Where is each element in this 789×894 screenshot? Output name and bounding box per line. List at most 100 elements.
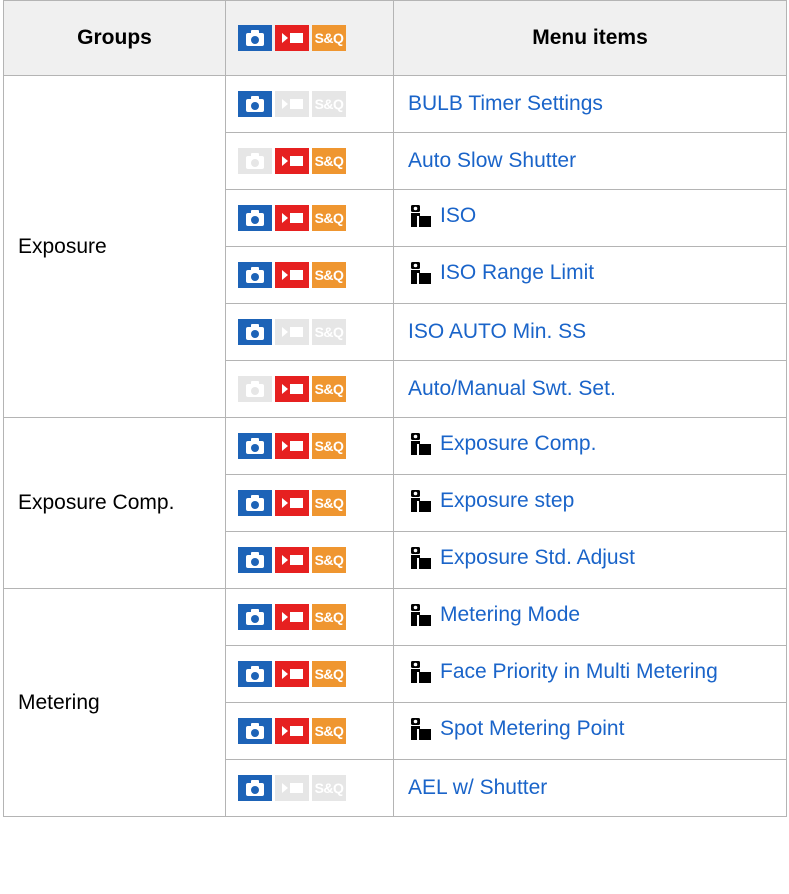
camera-settings-icon xyxy=(411,660,431,683)
mode-icons: S&Q xyxy=(238,775,346,801)
mode-icons: S&Q xyxy=(238,148,346,174)
menu-item-cell: Exposure Std. Adjust xyxy=(393,531,787,589)
menu-item-link[interactable]: ISO AUTO Min. SS xyxy=(408,320,586,344)
mode-icons: S&Q xyxy=(238,25,346,51)
sq-mode-icon: S&Q xyxy=(312,547,346,573)
mode-cell: S&Q xyxy=(225,588,394,646)
sq-mode-disabled-icon: S&Q xyxy=(312,319,346,345)
mode-icons: S&Q xyxy=(238,91,346,117)
menu-item-cell: BULB Timer Settings xyxy=(393,75,787,133)
menu-item-cell: ISO AUTO Min. SS xyxy=(393,303,787,361)
camera-settings-icon xyxy=(411,546,431,569)
camera-settings-icon xyxy=(411,204,431,227)
movie-mode-disabled-icon xyxy=(275,319,309,345)
menu-item-cell: Auto/Manual Swt. Set. xyxy=(393,360,787,418)
movie-mode-icon xyxy=(275,148,309,174)
movie-mode-icon xyxy=(275,205,309,231)
camera-settings-icon xyxy=(411,489,431,512)
mode-icons: S&Q xyxy=(238,490,346,516)
menu-item-link[interactable]: Spot Metering Point xyxy=(440,717,624,741)
photo-mode-icon xyxy=(238,775,272,801)
mode-icons: S&Q xyxy=(238,376,346,402)
mode-icons: S&Q xyxy=(238,718,346,744)
sq-mode-disabled-icon: S&Q xyxy=(312,775,346,801)
sq-mode-icon: S&Q xyxy=(312,604,346,630)
menu-item-link[interactable]: Auto Slow Shutter xyxy=(408,149,576,173)
movie-mode-icon xyxy=(275,25,309,51)
photo-mode-icon xyxy=(238,262,272,288)
group-name: Metering xyxy=(3,588,226,817)
movie-mode-icon xyxy=(275,547,309,573)
mode-icons: S&Q xyxy=(238,205,346,231)
group-name: Exposure xyxy=(3,75,226,418)
header-modes: S&Q xyxy=(225,0,394,76)
menu-items-table: Groups S&Q Menu items Exposure S&Q BULB Ti… xyxy=(3,0,787,817)
header-menu-items: Menu items xyxy=(393,0,787,76)
sq-mode-icon: S&Q xyxy=(312,262,346,288)
menu-item-link[interactable]: Exposure Comp. xyxy=(440,432,596,456)
menu-item-link[interactable]: Exposure step xyxy=(440,489,574,513)
movie-mode-icon xyxy=(275,376,309,402)
mode-cell: S&Q xyxy=(225,759,394,817)
mode-cell: S&Q xyxy=(225,702,394,760)
movie-mode-icon xyxy=(275,262,309,288)
movie-mode-icon xyxy=(275,718,309,744)
mode-icons: S&Q xyxy=(238,547,346,573)
mode-cell: S&Q xyxy=(225,417,394,475)
table-row: Exposure Comp. S&Q Exposure Comp. xyxy=(3,417,787,589)
mode-cell: S&Q xyxy=(225,75,394,133)
menu-item-cell: Metering Mode xyxy=(393,588,787,646)
photo-mode-icon xyxy=(238,547,272,573)
menu-item-cell: Face Priority in Multi Metering xyxy=(393,645,787,703)
mode-icons: S&Q xyxy=(238,433,346,459)
menu-item-link[interactable]: Metering Mode xyxy=(440,603,580,627)
sq-mode-icon: S&Q xyxy=(312,376,346,402)
movie-mode-icon xyxy=(275,604,309,630)
mode-cell: S&Q xyxy=(225,360,394,418)
movie-mode-icon xyxy=(275,490,309,516)
photo-mode-icon xyxy=(238,604,272,630)
mode-icons: S&Q xyxy=(238,604,346,630)
sq-mode-icon: S&Q xyxy=(312,205,346,231)
sq-mode-disabled-icon: S&Q xyxy=(312,91,346,117)
mode-cell: S&Q xyxy=(225,189,394,247)
menu-item-link[interactable]: ISO Range Limit xyxy=(440,261,594,285)
menu-item-link[interactable]: Exposure Std. Adjust xyxy=(440,546,635,570)
sq-mode-icon: S&Q xyxy=(312,148,346,174)
sq-mode-icon: S&Q xyxy=(312,490,346,516)
menu-item-link[interactable]: Face Priority in Multi Metering xyxy=(440,660,718,684)
movie-mode-icon xyxy=(275,433,309,459)
movie-mode-icon xyxy=(275,661,309,687)
mode-icons: S&Q xyxy=(238,319,346,345)
mode-cell: S&Q xyxy=(225,474,394,532)
menu-item-link[interactable]: ISO xyxy=(440,204,476,228)
movie-mode-disabled-icon xyxy=(275,775,309,801)
photo-mode-icon xyxy=(238,25,272,51)
camera-settings-icon xyxy=(411,261,431,284)
sq-mode-icon: S&Q xyxy=(312,718,346,744)
camera-settings-icon xyxy=(411,432,431,455)
camera-settings-icon xyxy=(411,603,431,626)
menu-item-cell: Exposure Comp. xyxy=(393,417,787,475)
menu-item-cell: Exposure step xyxy=(393,474,787,532)
photo-mode-icon xyxy=(238,661,272,687)
menu-item-link[interactable]: Auto/Manual Swt. Set. xyxy=(408,377,616,401)
photo-mode-icon xyxy=(238,319,272,345)
menu-item-cell: Spot Metering Point xyxy=(393,702,787,760)
photo-mode-icon xyxy=(238,490,272,516)
menu-item-link[interactable]: BULB Timer Settings xyxy=(408,92,603,116)
camera-settings-icon xyxy=(411,717,431,740)
mode-cell: S&Q xyxy=(225,132,394,190)
movie-mode-disabled-icon xyxy=(275,91,309,117)
menu-item-link[interactable]: AEL w/ Shutter xyxy=(408,776,547,800)
mode-cell: S&Q xyxy=(225,246,394,304)
sq-mode-icon: S&Q xyxy=(312,25,346,51)
table-row: Metering S&Q Metering Mode xyxy=(3,588,787,817)
mode-icons: S&Q xyxy=(238,262,346,288)
photo-mode-icon xyxy=(238,433,272,459)
mode-cell: S&Q xyxy=(225,645,394,703)
table-header-row: Groups S&Q Menu items xyxy=(3,0,787,76)
sq-mode-icon: S&Q xyxy=(312,661,346,687)
mode-icons: S&Q xyxy=(238,661,346,687)
photo-mode-icon xyxy=(238,205,272,231)
